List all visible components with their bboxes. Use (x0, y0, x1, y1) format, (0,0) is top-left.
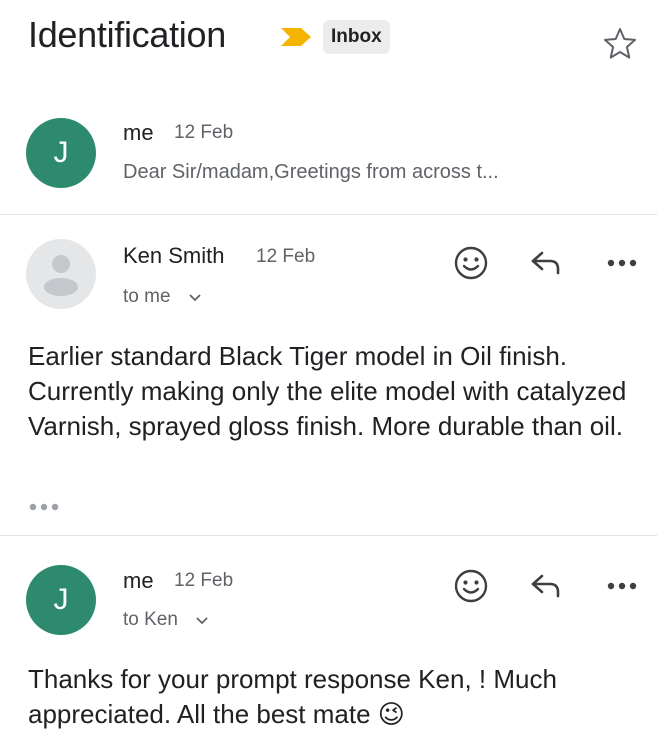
message-expanded: J me 12 Feb to Ken Thanks for your promp… (0, 536, 657, 750)
chevron-down-icon[interactable] (188, 293, 202, 303)
emoji-reaction-button[interactable] (451, 566, 491, 606)
avatar[interactable] (26, 239, 96, 309)
message-date: 12 Feb (256, 246, 316, 267)
smiley-icon (454, 569, 488, 603)
more-options-icon (607, 582, 637, 590)
more-options-button[interactable] (602, 243, 642, 283)
reply-icon (531, 574, 560, 598)
contact-placeholder-icon (44, 255, 78, 296)
emoji-reaction-button[interactable] (451, 243, 491, 283)
smiley-icon (454, 246, 488, 280)
chevron-down-icon[interactable] (195, 616, 209, 626)
message-expanded: Ken Smith 12 Feb to me Earlier standard … (0, 215, 657, 535)
avatar-initial: J (53, 136, 69, 169)
reply-icon (531, 251, 560, 275)
more-options-icon (607, 259, 637, 267)
message-body: Earlier standard Black Tiger model in Oi… (28, 341, 627, 441)
avatar[interactable]: J (26, 565, 96, 635)
show-trimmed-content-icon[interactable] (28, 502, 62, 512)
message-date: 12 Feb (174, 122, 234, 143)
message-snippet: Dear Sir/madam,Greetings from across t..… (123, 161, 499, 183)
sender-name: Ken Smith (123, 243, 225, 268)
reply-button[interactable] (526, 566, 566, 606)
avatar[interactable]: J (26, 118, 96, 188)
message-collapsed[interactable]: J me 12 Feb Dear Sir/madam,Greetings fro… (0, 0, 657, 214)
avatar-initial: J (53, 583, 69, 616)
sender-name: me (123, 120, 154, 145)
sender-name: me (123, 568, 154, 593)
message-date: 12 Feb (174, 570, 234, 591)
more-options-button[interactable] (602, 566, 642, 606)
recipient-details[interactable]: to Ken (123, 609, 178, 631)
recipient-details[interactable]: to me (123, 286, 171, 308)
message-body: Thanks for your prompt response Ken, ! M… (28, 664, 557, 729)
reply-button[interactable] (526, 243, 566, 283)
